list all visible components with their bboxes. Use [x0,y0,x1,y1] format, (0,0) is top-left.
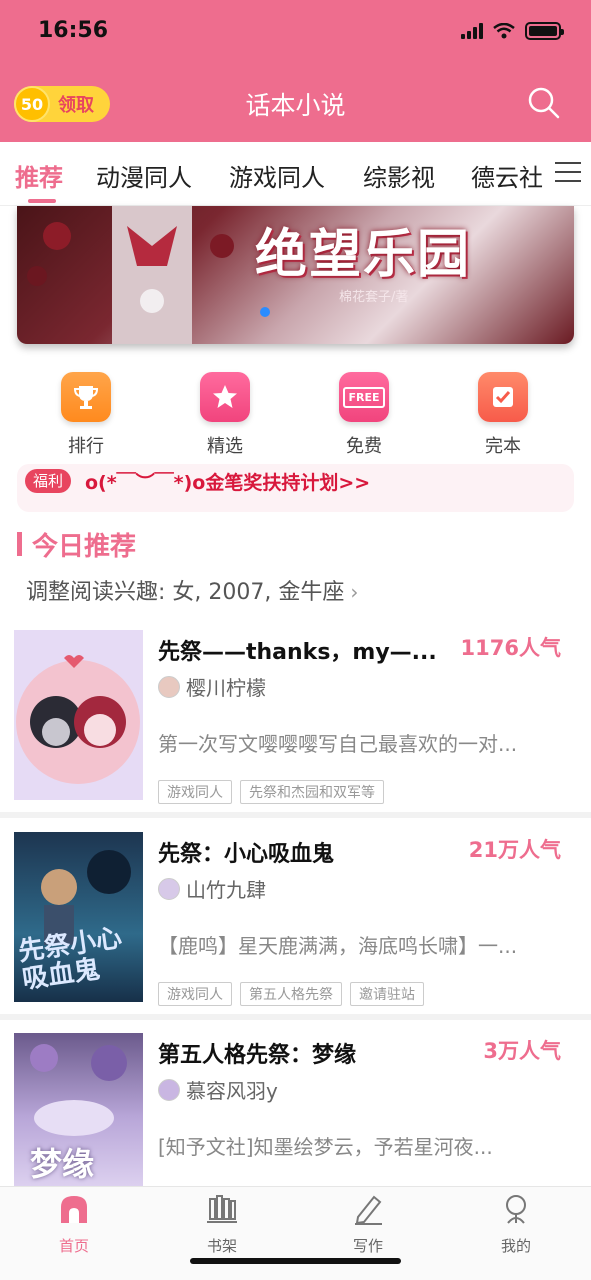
home-indicator [190,1258,401,1264]
divider [0,812,591,818]
tab-film-tv[interactable]: 综影视 [363,158,435,193]
pencil-icon [355,1195,382,1225]
quick-link-completed[interactable]: 完本 [473,372,533,458]
author-row: 樱川柠檬 [158,672,266,701]
nav-label: 书架 [206,1237,237,1255]
author-name: 慕容风羽y [186,1079,278,1103]
quick-link-label: 精选 [207,436,243,457]
quick-link-featured[interactable]: 精选 [195,372,255,458]
book-tag[interactable]: 第五人格先祭 [240,982,342,1006]
author-row: 山竹九肆 [158,874,266,903]
notice-tag: 福利 [25,469,72,493]
book-description: 第一次写文嘤嘤嘤写自己最喜欢的一对... [158,732,518,756]
divider [0,1014,591,1020]
category-tabs: 推荐 动漫同人 游戏同人 综影视 德云社 [0,142,591,206]
nav-home[interactable]: 首页 [34,1193,114,1256]
book-item[interactable]: 先祭小心吸血鬼 先祭：小心吸血鬼 21万人气 山竹九肆 【鹿鸣】星天鹿满满，海底… [0,832,591,1020]
active-tab-indicator [28,199,56,203]
trophy-icon [61,372,111,422]
author-name: 山竹九肆 [186,878,266,902]
book-tag[interactable]: 先祭和杰园和双军等 [240,780,384,804]
tab-recommend[interactable]: 推荐 [15,158,63,193]
interest-text: 调整阅读兴趣: 女, 2007, 金牛座 [26,580,345,605]
chevron-right-icon: › [350,580,359,604]
book-tags: 游戏同人 先祭和杰园和双军等 [158,780,384,804]
nav-label: 我的 [500,1237,531,1255]
notice-text: o(*￣︶￣*)o金笔奖扶持计划>> [85,472,371,494]
carousel-indicator [260,307,270,317]
quick-link-label: 完本 [485,436,521,457]
star-icon [200,372,250,422]
book-title: 先祭：小心吸血鬼 [158,842,335,867]
banner-author: 棉花套子/著 [339,290,409,305]
status-time: 16:56 [38,18,109,43]
signal-icon [461,23,483,39]
book-tag[interactable]: 游戏同人 [158,780,232,804]
nav-profile[interactable]: 我的 [476,1193,556,1256]
nav-label: 写作 [352,1237,383,1255]
nav-label: 首页 [58,1237,89,1255]
book-tags: 游戏同人 第五人格先祭 邀请驻站 [158,982,424,1006]
profile-icon [506,1195,526,1224]
section-title: 今日推荐 [32,532,137,562]
author-row: 慕容风羽y [158,1075,278,1104]
tab-anime-fanfic[interactable]: 动漫同人 [96,158,192,193]
nav-bookshelf[interactable]: 书架 [182,1193,262,1256]
nav-write[interactable]: 写作 [328,1193,408,1256]
checkmark-icon [478,372,528,422]
search-icon[interactable] [527,86,561,120]
quick-link-label: 免费 [346,436,382,457]
book-tag[interactable]: 游戏同人 [158,982,232,1006]
banner-illustration [27,206,234,344]
wifi-icon [493,23,515,39]
banner-title: 绝望乐园 [255,224,472,285]
author-avatar [158,877,180,900]
app-header: 16:56 50 领取 话本小说 [0,0,591,142]
author-avatar [158,675,180,698]
bookshelf-icon [207,1195,237,1223]
book-description: 【鹿鸣】星天鹿满满，海底鸣长啸】一... [158,934,518,958]
status-icons [461,22,564,40]
book-title: 先祭——thanks，my—... [158,640,437,665]
bottom-navigation: 首页 书架 写作 我的 [0,1186,591,1280]
quick-link-label: 排行 [68,436,104,457]
section-accent-bar [17,532,22,556]
quick-link-free[interactable]: FREE 免费 [334,372,394,458]
popularity: 1176人气 [460,636,561,660]
tab-deyunshe[interactable]: 德云社 [471,158,543,193]
book-description: [知予文社]知墨绘梦云，予若星河夜... [158,1135,493,1159]
popularity: 3万人气 [483,1039,561,1063]
book-cover [14,630,143,800]
home-icon [61,1196,87,1223]
book-item[interactable]: 梦缘 第五人格先祭：梦缘 3万人气 慕容风羽y [知予文社]知墨绘梦云，予若星河… [0,1033,591,1186]
book-cover: 先祭小心吸血鬼 [14,832,143,1002]
tab-game-fanfic[interactable]: 游戏同人 [229,158,325,193]
welfare-notice[interactable]: 福利 o(*￣︶￣*)o金笔奖扶持计划>> [17,464,574,512]
menu-icon[interactable] [555,162,581,184]
book-cover: 梦缘 [14,1033,143,1186]
book-tag[interactable]: 邀请驻站 [350,982,424,1006]
quick-link-ranking[interactable]: 排行 [56,372,116,458]
author-avatar [158,1078,180,1101]
popularity: 21万人气 [468,838,561,862]
author-name: 樱川柠檬 [186,676,266,700]
adjust-interest-link[interactable]: 调整阅读兴趣: 女, 2007, 金牛座 › [26,574,358,606]
book-item[interactable]: 先祭——thanks，my—... 1176人气 樱川柠檬 第一次写文嘤嘤嘤写自… [0,630,591,818]
book-title: 第五人格先祭：梦缘 [158,1043,357,1068]
free-icon: FREE [339,372,389,422]
battery-icon [525,22,564,40]
banner-carousel[interactable]: 绝望乐园 棉花套子/著 [17,206,574,344]
app-title: 话本小说 [245,91,346,120]
